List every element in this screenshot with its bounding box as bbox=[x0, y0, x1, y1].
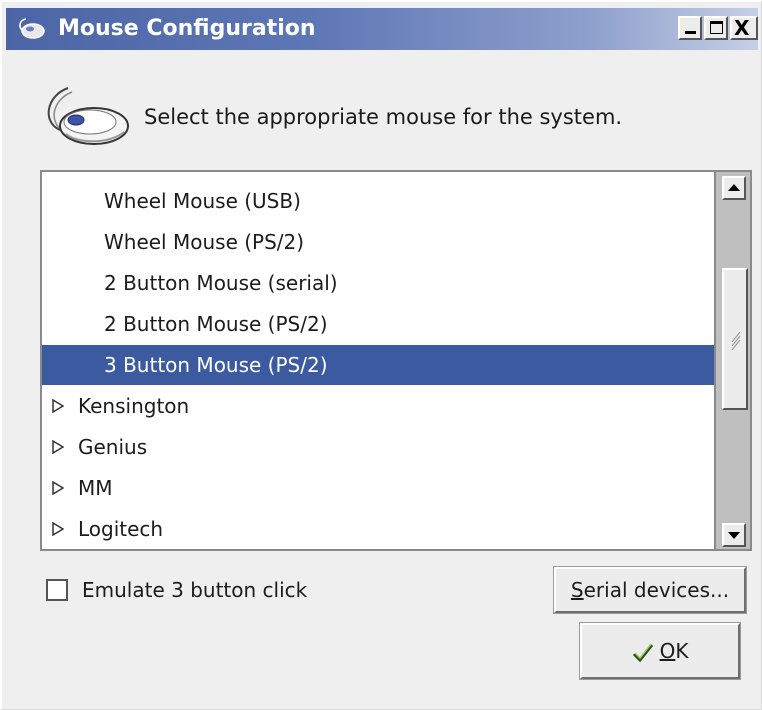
serial-devices-label: erial devices... bbox=[583, 578, 730, 602]
list-group[interactable]: Genius bbox=[42, 427, 714, 467]
mouse-configuration-window: Mouse Configuration X Select the appropr… bbox=[0, 0, 762, 710]
list-item-label: 3 Button Mouse (PS/2) bbox=[104, 353, 328, 377]
list-item-label: 2 Button Mouse (PS/2) bbox=[104, 312, 328, 336]
maximize-icon bbox=[710, 21, 723, 34]
minimize-button[interactable] bbox=[678, 16, 702, 40]
minimize-icon bbox=[685, 31, 696, 34]
list-item[interactable]: 2 Button Mouse (PS/2) bbox=[42, 304, 714, 344]
checkmark-icon bbox=[632, 643, 653, 662]
mouse-icon bbox=[47, 87, 129, 145]
ok-label: K bbox=[675, 639, 689, 663]
emulate-3-button-label: Emulate 3 button click bbox=[82, 578, 308, 602]
list-scrollbar[interactable] bbox=[714, 170, 752, 551]
list-item[interactable]: Wheel Mouse (PS/2) bbox=[42, 222, 714, 262]
list-group-label: Logitech bbox=[78, 517, 164, 541]
scrollbar-thumb[interactable] bbox=[722, 268, 748, 410]
expander-arrow-icon[interactable] bbox=[52, 522, 64, 536]
serial-devices-mnemonic: S bbox=[570, 578, 584, 602]
scroll-up-button[interactable] bbox=[722, 176, 746, 200]
instruction-text: Select the appropriate mouse for the sys… bbox=[144, 105, 623, 129]
scroll-down-button[interactable] bbox=[722, 523, 746, 547]
list-group-label: MM bbox=[78, 476, 113, 500]
list-group[interactable]: Logitech bbox=[42, 509, 714, 549]
arrow-down-icon bbox=[728, 532, 740, 539]
window-title: Mouse Configuration bbox=[58, 16, 316, 41]
list-item-label: Wheel Mouse (USB) bbox=[104, 189, 301, 213]
list-item-label: Wheel Mouse (PS/2) bbox=[104, 230, 305, 254]
list-item-label: 2 Button Mouse (serial) bbox=[104, 271, 338, 295]
expander-arrow-icon[interactable] bbox=[52, 399, 64, 413]
list-item[interactable]: 2 Button Mouse (serial) bbox=[42, 263, 714, 303]
list-group-label: Kensington bbox=[78, 394, 190, 418]
serial-devices-button[interactable]: Serial devices... bbox=[553, 566, 747, 614]
list-item-selected[interactable]: 3 Button Mouse (PS/2) bbox=[42, 345, 714, 385]
grip-icon bbox=[731, 331, 741, 350]
list-group[interactable]: Kensington bbox=[42, 386, 714, 426]
ok-mnemonic: O bbox=[659, 639, 676, 663]
arrow-up-icon bbox=[728, 184, 740, 191]
title-bar[interactable]: Mouse Configuration X bbox=[6, 8, 758, 50]
close-button[interactable]: X bbox=[730, 16, 758, 40]
mouse-type-list[interactable]: Wheel Mouse (USB) Wheel Mouse (PS/2) 2 B… bbox=[40, 170, 714, 551]
list-group[interactable]: MM bbox=[42, 468, 714, 508]
ok-button[interactable]: OK bbox=[579, 622, 741, 680]
close-icon: X bbox=[734, 16, 750, 40]
list-group-label: Genius bbox=[78, 435, 148, 459]
expander-arrow-icon[interactable] bbox=[52, 440, 64, 454]
maximize-button[interactable] bbox=[704, 16, 728, 40]
list-item[interactable]: Wheel Mouse (USB) bbox=[42, 181, 714, 221]
emulate-3-button-checkbox[interactable] bbox=[46, 579, 68, 601]
expander-arrow-icon[interactable] bbox=[52, 481, 64, 495]
mouse-app-icon bbox=[19, 18, 45, 39]
